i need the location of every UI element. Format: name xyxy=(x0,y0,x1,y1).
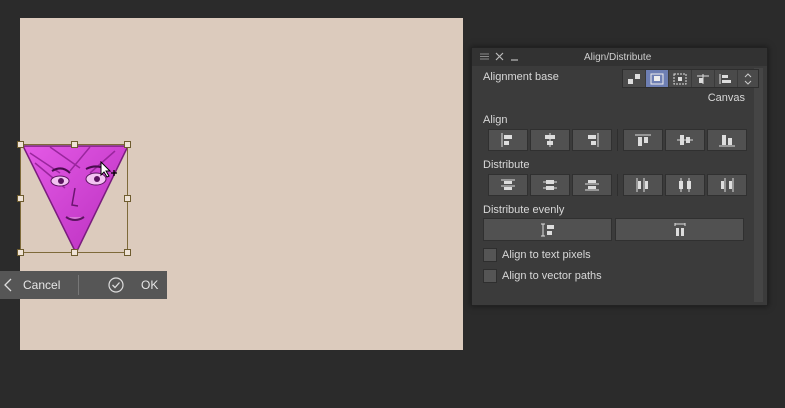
base-guide-button[interactable] xyxy=(692,70,715,87)
align-text-pixels-checkbox[interactable] xyxy=(483,248,497,262)
chevron-left-icon xyxy=(4,278,12,292)
distribute-vertical-center-icon xyxy=(543,180,557,190)
panel-titlebar[interactable]: Align/Distribute xyxy=(472,48,767,66)
align-base-key-object-icon xyxy=(673,73,687,84)
ok-label: OK xyxy=(141,278,159,292)
panel-title: Align/Distribute xyxy=(584,52,652,63)
align-vector-paths-label: Align to vector paths xyxy=(502,270,602,282)
chevron-up-down-icon xyxy=(744,72,752,85)
handle-top-center[interactable] xyxy=(71,141,78,148)
menu-icon[interactable] xyxy=(479,51,490,62)
align-base-selection-icon xyxy=(628,73,640,84)
ok-button[interactable]: OK xyxy=(79,271,167,299)
distribute-vertical-center-button[interactable] xyxy=(530,174,570,196)
canvas[interactable] xyxy=(17,18,463,350)
base-dropdown-button[interactable] xyxy=(738,70,758,87)
distribute-spacing-horizontal-icon xyxy=(674,222,685,236)
align-vector-paths-option: Align to vector paths xyxy=(483,269,602,283)
distribute-left-icon xyxy=(636,178,648,192)
distribute-bottom-button[interactable] xyxy=(572,174,612,196)
handle-top-left[interactable] xyxy=(17,141,24,148)
align-vertical-center-button[interactable] xyxy=(665,129,705,151)
align-text-pixels-label: Align to text pixels xyxy=(502,249,591,261)
collapse-button[interactable] xyxy=(0,271,16,299)
align-top-button[interactable] xyxy=(623,129,663,151)
close-icon[interactable] xyxy=(494,51,505,62)
align-vertical-center-icon xyxy=(677,135,693,145)
handle-middle-left[interactable] xyxy=(17,195,24,202)
distribute-evenly-horizontal-button[interactable] xyxy=(615,218,744,241)
alignment-base-label: Alignment base xyxy=(483,71,559,83)
distribute-right-icon xyxy=(721,178,734,192)
transform-confirm-bar: Cancel OK xyxy=(0,271,167,299)
alignment-base-value: Canvas xyxy=(707,92,745,104)
distribute-evenly-vertical-button[interactable] xyxy=(483,218,612,241)
divider xyxy=(617,129,618,151)
distribute-top-button[interactable] xyxy=(488,174,528,196)
align-bottom-button[interactable] xyxy=(707,129,747,151)
align-top-icon xyxy=(635,134,651,146)
align-horizontal-center-button[interactable] xyxy=(530,129,570,151)
cancel-button[interactable]: Cancel xyxy=(16,271,78,299)
handle-top-right[interactable] xyxy=(124,141,131,148)
align-vector-paths-checkbox[interactable] xyxy=(483,269,497,283)
distribute-left-button[interactable] xyxy=(623,174,663,196)
panel-scrollbar[interactable] xyxy=(754,68,763,302)
handle-middle-right[interactable] xyxy=(124,195,131,202)
handle-bottom-center[interactable] xyxy=(71,249,78,256)
align-base-canvas-icon xyxy=(650,73,664,84)
align-base-ruler-icon xyxy=(719,73,731,84)
align-text-pixels-option: Align to text pixels xyxy=(483,248,591,262)
base-canvas-button[interactable] xyxy=(646,70,669,87)
align-left-button[interactable] xyxy=(488,129,528,151)
align-right-icon xyxy=(588,133,599,147)
minimize-icon[interactable] xyxy=(509,51,520,62)
distribute-right-button[interactable] xyxy=(707,174,747,196)
distribute-spacing-vertical-icon xyxy=(540,223,554,236)
move-cursor-icon xyxy=(100,161,117,178)
align-right-button[interactable] xyxy=(572,129,612,151)
divider xyxy=(617,174,618,196)
check-circle-icon xyxy=(108,277,124,293)
align-section-label: Align xyxy=(483,114,508,126)
align-horizontal-center-icon xyxy=(545,133,555,147)
cancel-label: Cancel xyxy=(23,278,61,292)
base-ruler-button[interactable] xyxy=(715,70,738,87)
distribute-buttons xyxy=(488,174,747,196)
alignment-base-selector xyxy=(622,69,759,88)
distribute-top-icon xyxy=(501,179,515,190)
align-distribute-panel: Align/Distribute Alignment base Canvas A… xyxy=(471,47,768,306)
base-selection-button[interactable] xyxy=(623,70,646,87)
align-base-guide-icon xyxy=(697,73,709,84)
distribute-horizontal-center-button[interactable] xyxy=(665,174,705,196)
handle-bottom-left[interactable] xyxy=(17,249,24,256)
align-left-icon xyxy=(501,133,512,147)
distribute-evenly-label: Distribute evenly xyxy=(483,204,565,216)
align-buttons xyxy=(488,129,747,151)
base-key-object-button[interactable] xyxy=(669,70,692,87)
handle-bottom-right[interactable] xyxy=(124,249,131,256)
align-bottom-icon xyxy=(719,135,735,147)
distribute-section-label: Distribute xyxy=(483,159,530,171)
distribute-bottom-icon xyxy=(585,180,599,191)
distribute-horizontal-center-icon xyxy=(679,178,691,192)
